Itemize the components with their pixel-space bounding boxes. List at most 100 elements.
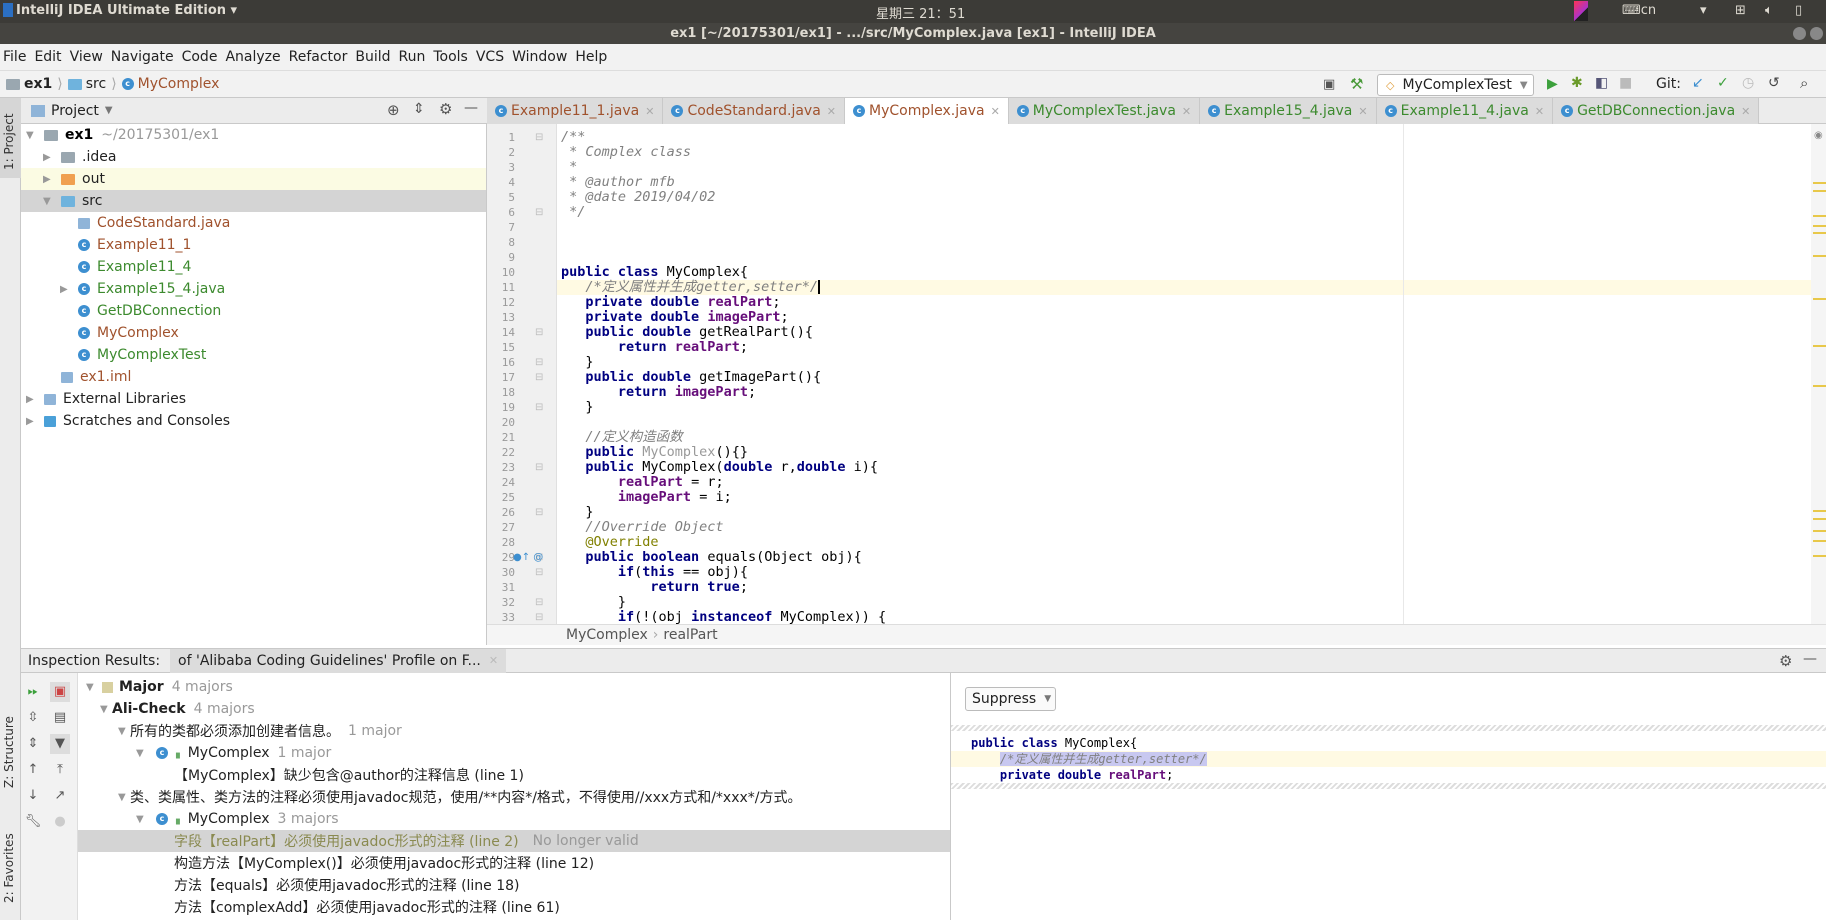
menu-view[interactable]: View <box>70 49 103 65</box>
project-view-selector[interactable]: Project <box>51 103 99 119</box>
rerun-icon[interactable]: ⏩︎ <box>23 682 43 702</box>
code-line[interactable]: } <box>557 400 1811 415</box>
override-method-icon[interactable]: ●↑ @ <box>513 550 543 565</box>
code-editor[interactable]: /** * Complex class * * @author mfb * @d… <box>557 124 1811 624</box>
dropdown-icon[interactable]: ▾ <box>1700 3 1707 18</box>
code-line[interactable]: * @date 2019/04/02 <box>557 190 1811 205</box>
inspection-row[interactable]: ▼ c ▗ MyComplex 1 major <box>78 742 950 764</box>
breadcrumb-class[interactable]: MyComplex <box>566 627 648 643</box>
expanded-arrow-icon[interactable]: ▼ <box>100 704 112 715</box>
tree-item[interactable]: CodeStandard.java <box>21 212 486 234</box>
expanded-arrow-icon[interactable]: ▼ <box>136 748 148 759</box>
code-line[interactable]: private double realPart; <box>557 295 1811 310</box>
structure-tool-tab[interactable]: Z: Structure <box>2 716 16 788</box>
breadcrumb-field[interactable]: realPart <box>663 627 717 643</box>
expanded-arrow-icon[interactable]: ▼ <box>136 814 148 825</box>
inspection-row[interactable]: ▼ c ▗ MyComplex 3 majors <box>78 808 950 830</box>
fold-marker-icon[interactable]: ⊟ <box>535 355 543 370</box>
code-line[interactable]: //定义构造函数 <box>557 430 1811 445</box>
close-tab-icon[interactable]: ✕ <box>1182 105 1191 118</box>
inspection-row[interactable]: 方法【equals】必须使用javadoc形式的注释 (line 18) <box>78 874 950 896</box>
warning-stripe-mark[interactable] <box>1813 555 1826 557</box>
hide-icon[interactable]: — <box>464 100 478 116</box>
fold-marker-icon[interactable]: ⊟ <box>535 130 543 145</box>
close-icon[interactable]: ✕ <box>489 654 498 667</box>
tree-item[interactable]: ▶ Scratches and Consoles <box>21 410 486 432</box>
fold-marker-icon[interactable]: ⊟ <box>535 205 543 220</box>
git-history-icon[interactable]: ◷ <box>1742 75 1754 91</box>
tree-item[interactable]: ▶ External Libraries <box>21 388 486 410</box>
tree-item[interactable]: ▶ .idea <box>21 146 486 168</box>
menu-navigate[interactable]: Navigate <box>111 49 174 65</box>
network-icon[interactable]: ⊞ <box>1735 3 1746 18</box>
inspection-eye-icon[interactable]: ◉ <box>1814 130 1823 141</box>
warning-stripe-mark[interactable] <box>1813 190 1826 192</box>
inspection-row[interactable]: 【MyComplex】缺少包含@author的注释信息 (line 1) <box>78 764 950 786</box>
collapsed-arrow-icon[interactable]: ▶ <box>26 394 38 405</box>
editor-tab[interactable]: c CodeStandard.java ✕ <box>663 98 846 124</box>
code-line[interactable]: return true; <box>557 580 1811 595</box>
maximize-button[interactable] <box>1810 27 1823 40</box>
warning-stripe-mark[interactable] <box>1813 298 1826 300</box>
code-line[interactable]: @Override <box>557 535 1811 550</box>
code-line[interactable] <box>557 250 1811 265</box>
close-tab-icon[interactable]: ✕ <box>1358 105 1367 118</box>
tree-item[interactable]: ▼ src <box>21 190 486 212</box>
inspection-row[interactable]: ▼ 所有的类都必须添加创建者信息。 1 major <box>78 720 950 742</box>
code-line[interactable]: * @author mfb <box>557 175 1811 190</box>
breadcrumb-mycomplex[interactable]: c MyComplex <box>121 76 219 92</box>
project-tool-tab-label[interactable]: 1: Project <box>2 113 16 170</box>
warning-stripe-mark[interactable] <box>1813 540 1826 542</box>
menu-edit[interactable]: Edit <box>34 49 61 65</box>
menu-code[interactable]: Code <box>182 49 218 65</box>
chevron-down-icon[interactable]: ▼ <box>105 105 113 116</box>
warning-stripe-mark[interactable] <box>1813 215 1826 217</box>
group-by-severity-icon[interactable]: ▣ <box>50 682 70 702</box>
battery-icon[interactable]: ▯ <box>1795 3 1802 18</box>
jetbrains-toolbox-icon[interactable] <box>1574 1 1588 21</box>
editor-tab[interactable]: c Example15_4.java ✕ <box>1200 98 1377 124</box>
code-line[interactable]: if(!(obj instanceof MyComplex)) { <box>557 610 1811 625</box>
suppress-dropdown[interactable]: Suppress ▼ <box>965 687 1056 711</box>
collapse-all-icon[interactable]: ⇕ <box>23 734 43 754</box>
warning-stripe-mark[interactable] <box>1813 232 1826 234</box>
gear-icon[interactable]: ⚙ <box>1779 652 1792 670</box>
tree-item[interactable]: c Example11_4 <box>21 256 486 278</box>
warning-stripe-mark[interactable] <box>1813 225 1826 227</box>
git-update-icon[interactable]: ↙ <box>1692 75 1704 91</box>
code-line[interactable]: public MyComplex(){} <box>557 445 1811 460</box>
app-menu[interactable]: IntelliJ IDEA Ultimate Edition ▾ <box>16 3 237 18</box>
lightbulb-icon[interactable]: ● <box>50 812 70 832</box>
favorites-tool-tab[interactable]: 2: Favorites <box>2 833 16 903</box>
inspection-tab[interactable]: of 'Alibaba Coding Guidelines' Profile o… <box>170 648 507 673</box>
expanded-arrow-icon[interactable]: ▼ <box>86 682 98 693</box>
menu-tools[interactable]: Tools <box>433 49 468 65</box>
expanded-arrow-icon[interactable]: ▼ <box>43 196 55 207</box>
close-tab-icon[interactable]: ✕ <box>991 105 1000 118</box>
editor-tab[interactable]: c GetDBConnection.java ✕ <box>1553 98 1760 124</box>
tree-item[interactable]: c MyComplex <box>21 322 486 344</box>
expanded-arrow-icon[interactable]: ▼ <box>118 726 130 737</box>
code-line[interactable]: } <box>557 355 1811 370</box>
inspection-row[interactable]: 字段【realPart】必须使用javadoc形式的注释 (line 2) No … <box>78 830 950 852</box>
tree-item[interactable]: ex1.iml <box>21 366 486 388</box>
inspection-row[interactable]: ▼ 类、类属性、类方法的注释必须使用javadoc规范，使用/**内容*/格式，不… <box>78 786 950 808</box>
fold-marker-icon[interactable]: ⊟ <box>535 505 543 520</box>
code-line[interactable]: realPart = r; <box>557 475 1811 490</box>
filter-icon[interactable]: ▼ <box>50 734 70 754</box>
editor-tab[interactable]: c Example11_1.java ✕ <box>487 98 664 124</box>
open-source-icon[interactable]: ↗ <box>50 786 70 806</box>
code-line[interactable]: /** <box>557 130 1811 145</box>
clock[interactable]: 星期三 21：51 <box>876 3 965 22</box>
editor-tab[interactable]: c Example11_4.java ✕ <box>1376 98 1554 124</box>
menu-window[interactable]: Window <box>512 49 567 65</box>
export-icon[interactable]: ⤒ <box>50 760 70 780</box>
code-line[interactable]: * <box>557 160 1811 175</box>
menu-run[interactable]: Run <box>399 49 426 65</box>
git-commit-icon[interactable]: ✓ <box>1717 75 1729 91</box>
tree-item[interactable]: ▶ c Example15_4.java <box>21 278 486 300</box>
group-by-directory-icon[interactable]: ▤ <box>50 708 70 728</box>
menu-help[interactable]: Help <box>575 49 607 65</box>
code-line[interactable]: } <box>557 505 1811 520</box>
collapsed-arrow-icon[interactable]: ▶ <box>26 416 38 427</box>
